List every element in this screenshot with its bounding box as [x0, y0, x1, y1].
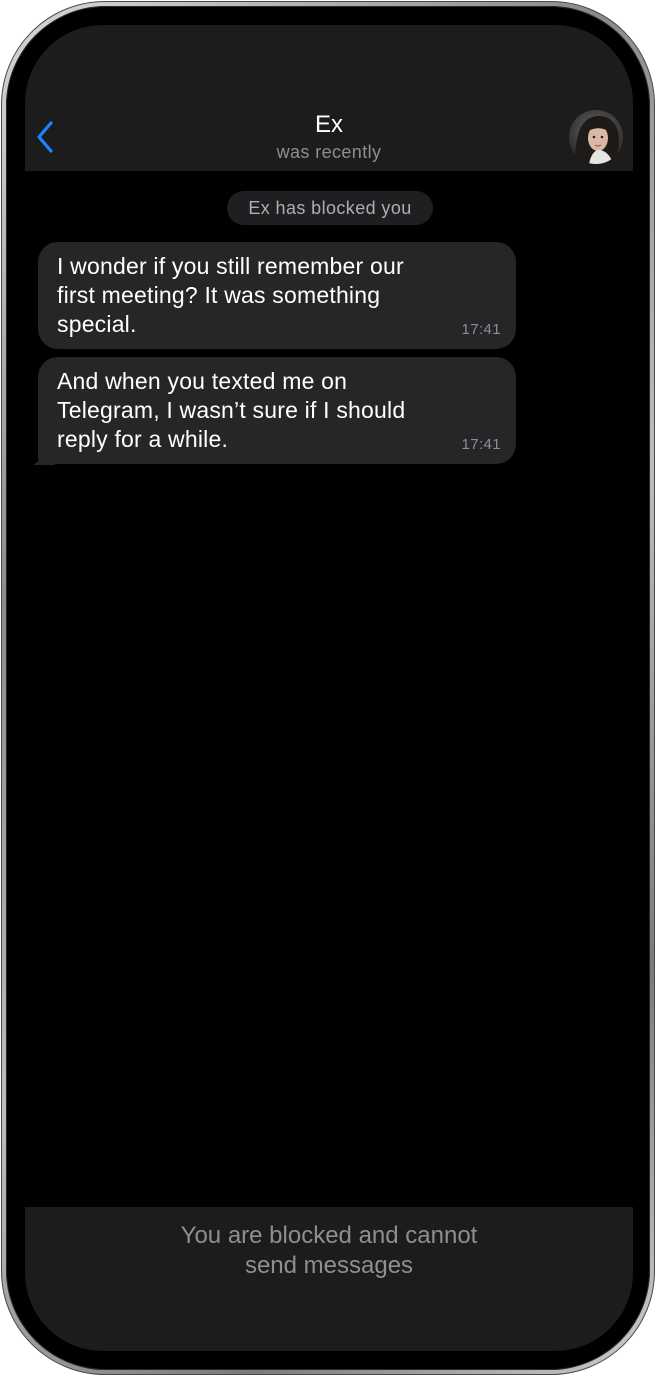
blocked-service-message: Ex has blocked you — [227, 191, 433, 225]
profile-photo — [569, 110, 623, 164]
chat-screen: Ex was recently Ex has blocked you I won… — [25, 25, 633, 1351]
avatar[interactable] — [569, 110, 623, 164]
status-bar-area — [25, 25, 633, 111]
last-seen-status: was recently — [276, 142, 382, 162]
blocked-notice: You are blocked and cannot send messages — [180, 1222, 478, 1279]
chat-title[interactable]: Ex — [25, 111, 633, 139]
message-time: 17:41 — [461, 436, 501, 453]
message-time: 17:41 — [461, 321, 501, 338]
message-bubble[interactable]: And when you texted me on Telegram, I wa… — [38, 357, 516, 464]
message-text: And when you texted me on Telegram, I wa… — [57, 368, 406, 452]
message-bubble[interactable]: I wonder if you still remember our first… — [38, 242, 516, 349]
message-text: I wonder if you still remember our first… — [57, 253, 404, 337]
